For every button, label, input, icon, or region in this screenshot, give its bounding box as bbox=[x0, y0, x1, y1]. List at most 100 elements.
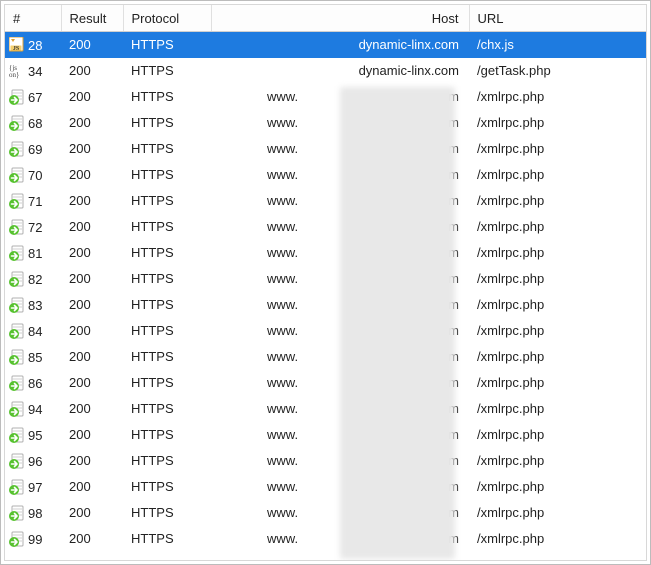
cell-number: 83 bbox=[5, 292, 61, 318]
cell-number: 97 bbox=[5, 474, 61, 500]
session-row[interactable]: 96200HTTPSwww.com/xmlrpc.php bbox=[5, 448, 646, 474]
session-number: 86 bbox=[28, 376, 42, 391]
cell-number: 86 bbox=[5, 370, 61, 396]
cell-protocol: HTTPS bbox=[123, 396, 211, 422]
cell-url: /xmlrpc.php bbox=[469, 162, 646, 188]
host-prefix: www. bbox=[267, 479, 298, 494]
session-row[interactable]: 34200HTTPSdynamic-linx.com/getTask.php bbox=[5, 58, 646, 84]
session-row[interactable]: 82200HTTPSwww.com/xmlrpc.php bbox=[5, 266, 646, 292]
cell-protocol: HTTPS bbox=[123, 448, 211, 474]
cell-url: /xmlrpc.php bbox=[469, 448, 646, 474]
go-doc-icon bbox=[9, 193, 25, 209]
session-row[interactable]: 67200HTTPSwww.com/xmlrpc.php bbox=[5, 84, 646, 110]
session-row[interactable]: 94200HTTPSwww.com/xmlrpc.php bbox=[5, 396, 646, 422]
cell-result: 200 bbox=[61, 266, 123, 292]
column-header-protocol[interactable]: Protocol bbox=[123, 5, 211, 32]
session-row[interactable]: 97200HTTPSwww.com/xmlrpc.php bbox=[5, 474, 646, 500]
cell-result: 200 bbox=[61, 214, 123, 240]
host-value: dynamic-linx.com bbox=[359, 37, 459, 52]
session-number: 84 bbox=[28, 324, 42, 339]
session-number: 67 bbox=[28, 90, 42, 105]
column-header-result[interactable]: Result bbox=[61, 5, 123, 32]
cell-protocol: HTTPS bbox=[123, 422, 211, 448]
session-row[interactable]: 84200HTTPSwww.com/xmlrpc.php bbox=[5, 318, 646, 344]
session-number: 94 bbox=[28, 402, 42, 417]
cell-result: 200 bbox=[61, 474, 123, 500]
host-prefix: www. bbox=[267, 167, 298, 182]
session-row[interactable]: 72200HTTPSwww.com/xmlrpc.php bbox=[5, 214, 646, 240]
cell-protocol: HTTPS bbox=[123, 58, 211, 84]
cell-url: /xmlrpc.php bbox=[469, 422, 646, 448]
go-doc-icon bbox=[9, 297, 25, 313]
cell-protocol: HTTPS bbox=[123, 292, 211, 318]
go-doc-icon bbox=[9, 89, 25, 105]
cell-protocol: HTTPS bbox=[123, 110, 211, 136]
cell-result: 200 bbox=[61, 318, 123, 344]
go-doc-icon bbox=[9, 401, 25, 417]
cell-number: 95 bbox=[5, 422, 61, 448]
session-number: 69 bbox=[28, 142, 42, 157]
session-row[interactable]: 81200HTTPSwww.com/xmlrpc.php bbox=[5, 240, 646, 266]
session-number: 99 bbox=[28, 532, 42, 547]
host-prefix: www. bbox=[267, 427, 298, 442]
header-row: # Result Protocol Host URL bbox=[5, 5, 646, 32]
column-header-url[interactable]: URL bbox=[469, 5, 646, 32]
cell-url: /xmlrpc.php bbox=[469, 318, 646, 344]
session-row[interactable]: 28200HTTPSdynamic-linx.com/chx.js bbox=[5, 32, 646, 58]
session-row[interactable]: 71200HTTPSwww.com/xmlrpc.php bbox=[5, 188, 646, 214]
cell-url: /xmlrpc.php bbox=[469, 84, 646, 110]
host-prefix: www. bbox=[267, 505, 298, 520]
cell-number: 94 bbox=[5, 396, 61, 422]
session-row[interactable]: 99200HTTPSwww.com/xmlrpc.php bbox=[5, 526, 646, 552]
cell-result: 200 bbox=[61, 370, 123, 396]
column-header-host[interactable]: Host bbox=[211, 5, 469, 32]
cell-url: /xmlrpc.php bbox=[469, 292, 646, 318]
cell-host: dynamic-linx.com bbox=[211, 32, 469, 58]
cell-protocol: HTTPS bbox=[123, 162, 211, 188]
cell-number: 98 bbox=[5, 500, 61, 526]
go-doc-icon bbox=[9, 453, 25, 469]
session-number: 68 bbox=[28, 116, 42, 131]
cell-number: 81 bbox=[5, 240, 61, 266]
cell-url: /getTask.php bbox=[469, 58, 646, 84]
session-row[interactable]: 98200HTTPSwww.com/xmlrpc.php bbox=[5, 500, 646, 526]
session-row[interactable]: 95200HTTPSwww.com/xmlrpc.php bbox=[5, 422, 646, 448]
column-header-number[interactable]: # bbox=[5, 5, 61, 32]
cell-number: 72 bbox=[5, 214, 61, 240]
session-number: 34 bbox=[28, 64, 42, 79]
go-doc-icon bbox=[9, 245, 25, 261]
cell-result: 200 bbox=[61, 240, 123, 266]
host-prefix: www. bbox=[267, 531, 298, 546]
js-box-icon bbox=[9, 37, 25, 53]
go-doc-icon bbox=[9, 115, 25, 131]
session-row[interactable]: 85200HTTPSwww.com/xmlrpc.php bbox=[5, 344, 646, 370]
session-row[interactable]: 69200HTTPSwww.com/xmlrpc.php bbox=[5, 136, 646, 162]
go-doc-icon bbox=[9, 271, 25, 287]
cell-result: 200 bbox=[61, 58, 123, 84]
go-doc-icon bbox=[9, 479, 25, 495]
session-row[interactable]: 83200HTTPSwww.com/xmlrpc.php bbox=[5, 292, 646, 318]
cell-result: 200 bbox=[61, 526, 123, 552]
cell-result: 200 bbox=[61, 396, 123, 422]
session-number: 96 bbox=[28, 454, 42, 469]
session-row[interactable]: 86200HTTPSwww.com/xmlrpc.php bbox=[5, 370, 646, 396]
cell-url: /xmlrpc.php bbox=[469, 266, 646, 292]
session-row[interactable]: 70200HTTPSwww.com/xmlrpc.php bbox=[5, 162, 646, 188]
json-cn-icon bbox=[9, 63, 25, 79]
host-prefix: www. bbox=[267, 297, 298, 312]
cell-result: 200 bbox=[61, 448, 123, 474]
cell-url: /xmlrpc.php bbox=[469, 474, 646, 500]
session-number: 83 bbox=[28, 298, 42, 313]
cell-protocol: HTTPS bbox=[123, 136, 211, 162]
session-number: 85 bbox=[28, 350, 42, 365]
cell-protocol: HTTPS bbox=[123, 214, 211, 240]
session-row[interactable]: 68200HTTPSwww.com/xmlrpc.php bbox=[5, 110, 646, 136]
host-prefix: www. bbox=[267, 323, 298, 338]
host-prefix: www. bbox=[267, 89, 298, 104]
cell-url: /chx.js bbox=[469, 32, 646, 58]
cell-protocol: HTTPS bbox=[123, 32, 211, 58]
cell-url: /xmlrpc.php bbox=[469, 240, 646, 266]
cell-result: 200 bbox=[61, 84, 123, 110]
cell-number: 70 bbox=[5, 162, 61, 188]
host-prefix: www. bbox=[267, 375, 298, 390]
